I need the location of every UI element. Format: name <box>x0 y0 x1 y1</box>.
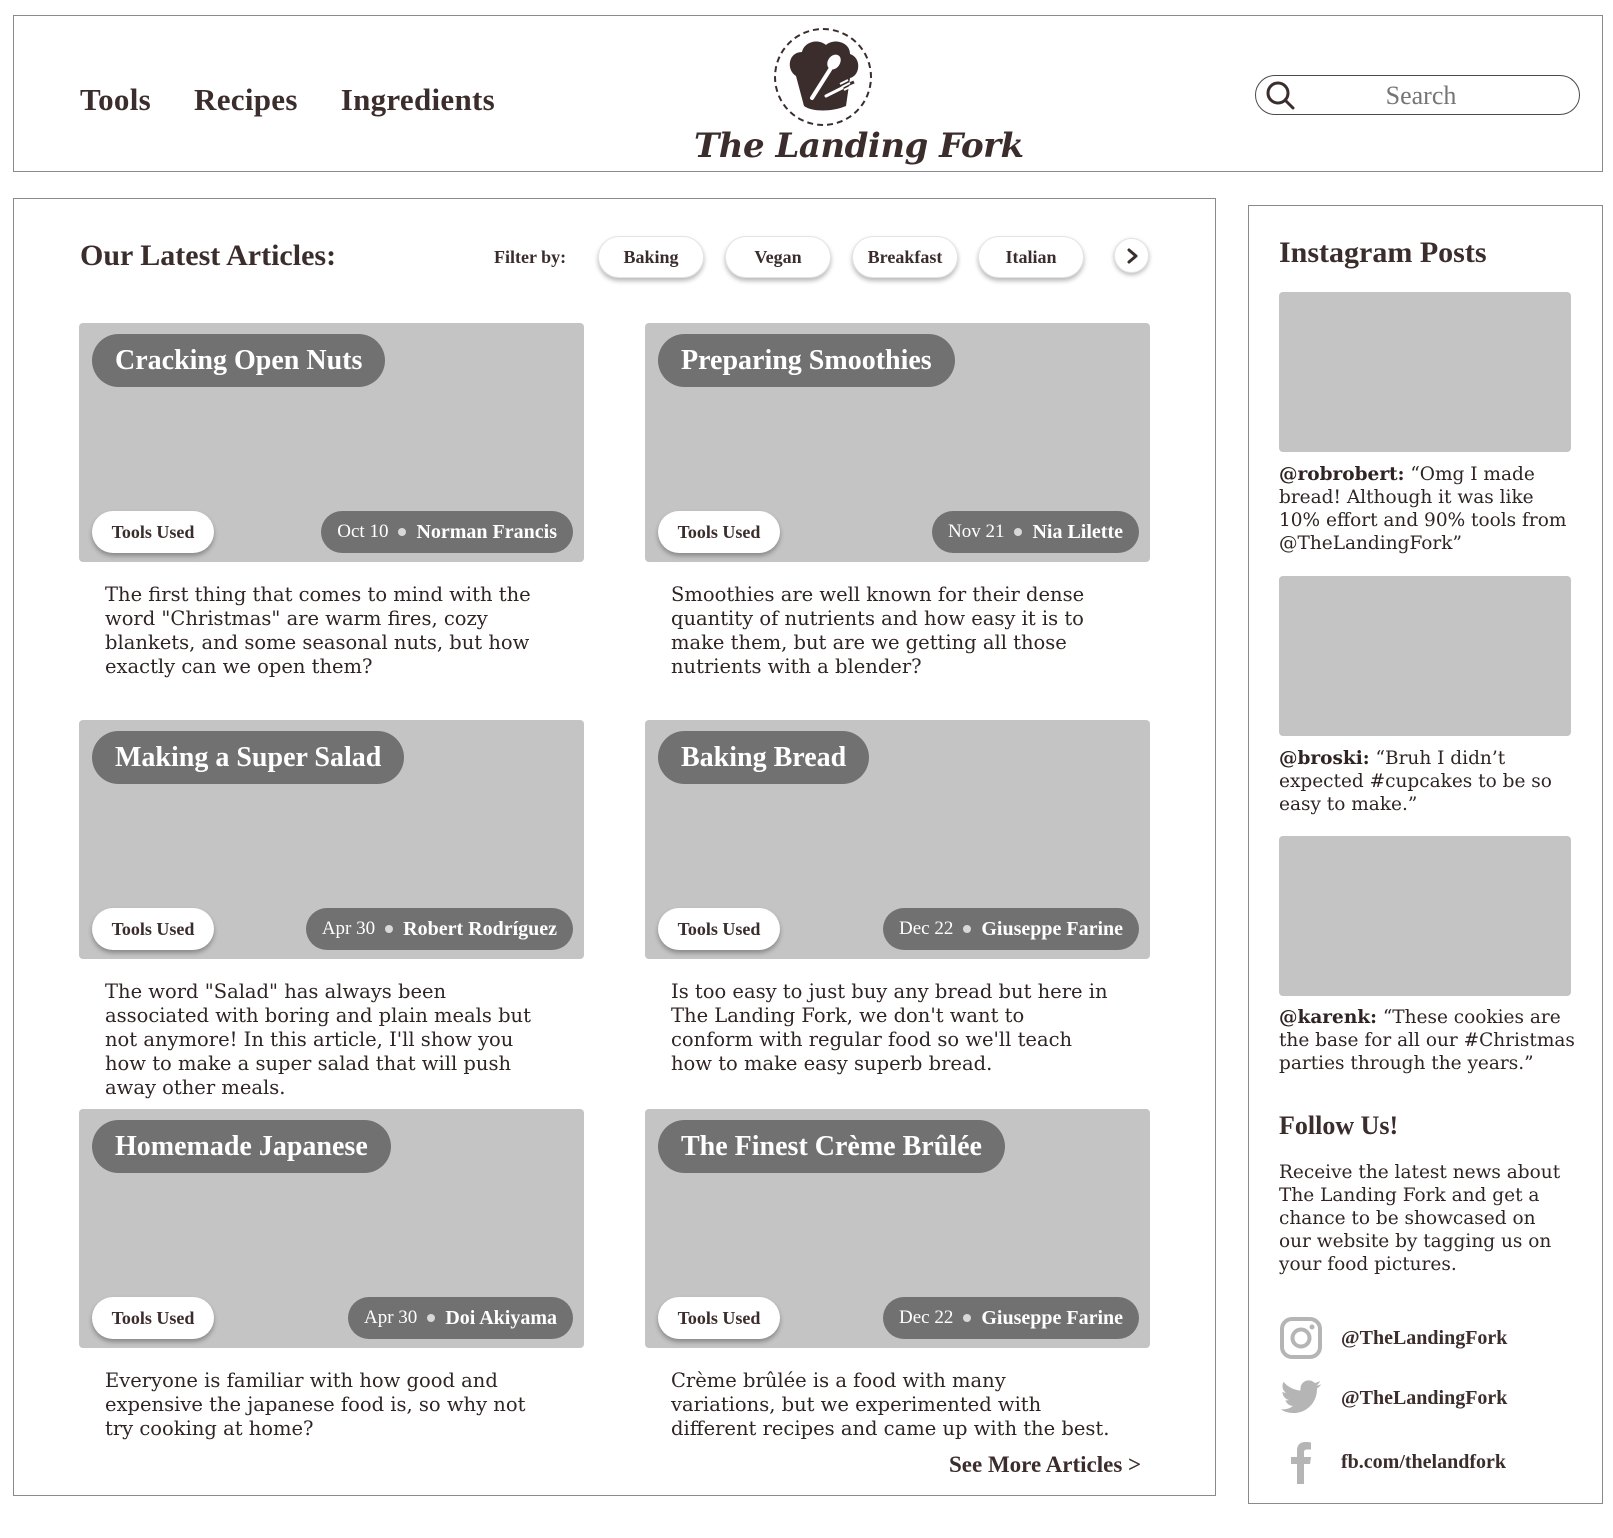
article-author[interactable]: Doi Akiyama <box>445 1297 557 1339</box>
instagram-post-caption: @broski: “Bruh I didn’t expected #cupcak… <box>1279 747 1579 816</box>
article-description: Smoothies are well known for their dense… <box>671 583 1085 678</box>
filter-chip-vegan[interactable]: Vegan <box>725 236 831 278</box>
article-title[interactable]: Baking Bread <box>658 731 870 784</box>
filter-label: Filter by: <box>494 247 567 267</box>
social-link-twitter[interactable]: @TheLandingFork <box>1279 1378 1507 1418</box>
article-author[interactable]: Nia Lilette <box>1032 511 1123 553</box>
article-title[interactable]: Homemade Japanese <box>92 1120 391 1173</box>
article-title[interactable]: Making a Super Salad <box>92 731 405 784</box>
article-meta: Dec 22 Giuseppe Farine <box>882 1297 1139 1339</box>
logo-text: The Landing Fork <box>694 126 1024 166</box>
article-meta: Apr 30 Robert Rodríguez <box>305 908 573 950</box>
social-label[interactable]: @TheLandingFork <box>1341 1387 1507 1410</box>
article-meta: Apr 30 Doi Akiyama <box>348 1297 573 1339</box>
article-author[interactable]: Norman Francis <box>416 511 557 553</box>
article-title[interactable]: The Finest Crème Brûlée <box>658 1120 1005 1173</box>
search-icon <box>1266 81 1296 115</box>
instagram-post-image[interactable] <box>1279 836 1571 996</box>
site-logo[interactable]: The Landing Fork <box>694 28 1024 168</box>
filter-chip-italian[interactable]: Italian <box>978 236 1084 278</box>
article-date: Apr 30 <box>364 1307 418 1328</box>
social-link-facebook[interactable]: fb.com/thelandfork <box>1279 1440 1506 1484</box>
see-more-articles-link[interactable]: See More Articles > <box>949 1452 1141 1478</box>
instagram-post-image[interactable] <box>1279 292 1571 452</box>
articles-section: Our Latest Articles: Filter by: Baking V… <box>13 198 1216 1496</box>
article-description: Everyone is familiar with how good and e… <box>105 1369 526 1440</box>
tools-used-button[interactable]: Tools Used <box>92 1297 214 1339</box>
chevron-right-icon <box>1127 248 1138 264</box>
article-author[interactable]: Giuseppe Farine <box>981 908 1123 950</box>
follow-us-description: Receive the latest news about The Landin… <box>1279 1162 1561 1275</box>
social-label[interactable]: @TheLandingFork <box>1341 1327 1507 1350</box>
nav-item-ingredients[interactable]: Ingredients <box>341 82 495 118</box>
sidebar: Instagram Posts @robrobert: “Omg I made … <box>1248 205 1603 1504</box>
filter-chip-breakfast[interactable]: Breakfast <box>852 236 958 278</box>
instagram-posts-title: Instagram Posts <box>1279 236 1487 269</box>
section-title: Our Latest Articles: <box>80 239 337 272</box>
nav-item-tools[interactable]: Tools <box>80 82 151 118</box>
main-nav: Tools Recipes Ingredients <box>80 82 495 118</box>
tools-used-button[interactable]: Tools Used <box>658 1297 780 1339</box>
instagram-post-caption: @karenk: “These cookies are the base for… <box>1279 1006 1579 1075</box>
article-description: The first thing that comes to mind with … <box>105 583 531 678</box>
chef-hat-spoon-fork-icon <box>774 28 872 126</box>
article-meta: Nov 21 Nia Lilette <box>931 511 1139 553</box>
search-box[interactable] <box>1255 75 1580 115</box>
separator-dot <box>398 528 407 536</box>
article-meta: Dec 22 Giuseppe Farine <box>882 908 1139 950</box>
article-date: Dec 22 <box>898 918 954 939</box>
separator-dot <box>1014 528 1023 536</box>
social-link-instagram[interactable]: @TheLandingFork <box>1279 1316 1507 1360</box>
article-date: Dec 22 <box>898 1307 954 1328</box>
instagram-icon <box>1280 1317 1322 1359</box>
separator-dot <box>963 925 972 933</box>
tools-used-button[interactable]: Tools Used <box>92 511 214 553</box>
instagram-user[interactable]: @robrobert: <box>1279 464 1404 485</box>
article-author[interactable]: Robert Rodríguez <box>403 908 557 950</box>
filter-next-button[interactable] <box>1114 238 1149 273</box>
site-header: Tools Recipes Ingredients The Landing Fo… <box>13 15 1603 172</box>
tools-used-button[interactable]: Tools Used <box>658 511 780 553</box>
tools-used-button[interactable]: Tools Used <box>92 908 214 950</box>
separator-dot <box>427 1314 436 1322</box>
instagram-user[interactable]: @broski: <box>1279 748 1370 769</box>
instagram-post-caption: @robrobert: “Omg I made bread! Although … <box>1279 463 1579 555</box>
separator-dot <box>963 1314 972 1322</box>
article-date: Nov 21 <box>947 521 1005 542</box>
nav-item-recipes[interactable]: Recipes <box>194 82 298 118</box>
article-author[interactable]: Giuseppe Farine <box>981 1297 1123 1339</box>
article-description: Crème brûlée is a food with many variati… <box>671 1369 1110 1440</box>
article-date: Apr 30 <box>321 918 376 939</box>
article-title[interactable]: Preparing Smoothies <box>658 334 955 387</box>
instagram-post-image[interactable] <box>1279 576 1571 736</box>
article-description: Is too easy to just buy any bread but he… <box>671 980 1108 1075</box>
article-title[interactable]: Cracking Open Nuts <box>92 334 386 387</box>
instagram-user[interactable]: @karenk: <box>1279 1007 1377 1028</box>
article-meta: Oct 10 Norman Francis <box>321 511 573 553</box>
follow-us-title: Follow Us! <box>1279 1111 1399 1140</box>
separator-dot <box>385 925 394 933</box>
filter-chip-baking[interactable]: Baking <box>598 236 704 278</box>
article-date: Oct 10 <box>337 521 389 542</box>
twitter-icon <box>1280 1380 1322 1414</box>
social-label[interactable]: fb.com/thelandfork <box>1341 1451 1506 1474</box>
article-description: The word "Salad" has always been associa… <box>105 980 531 1099</box>
search-input[interactable] <box>1316 81 1526 111</box>
tools-used-button[interactable]: Tools Used <box>658 908 780 950</box>
facebook-icon <box>1291 1442 1311 1484</box>
